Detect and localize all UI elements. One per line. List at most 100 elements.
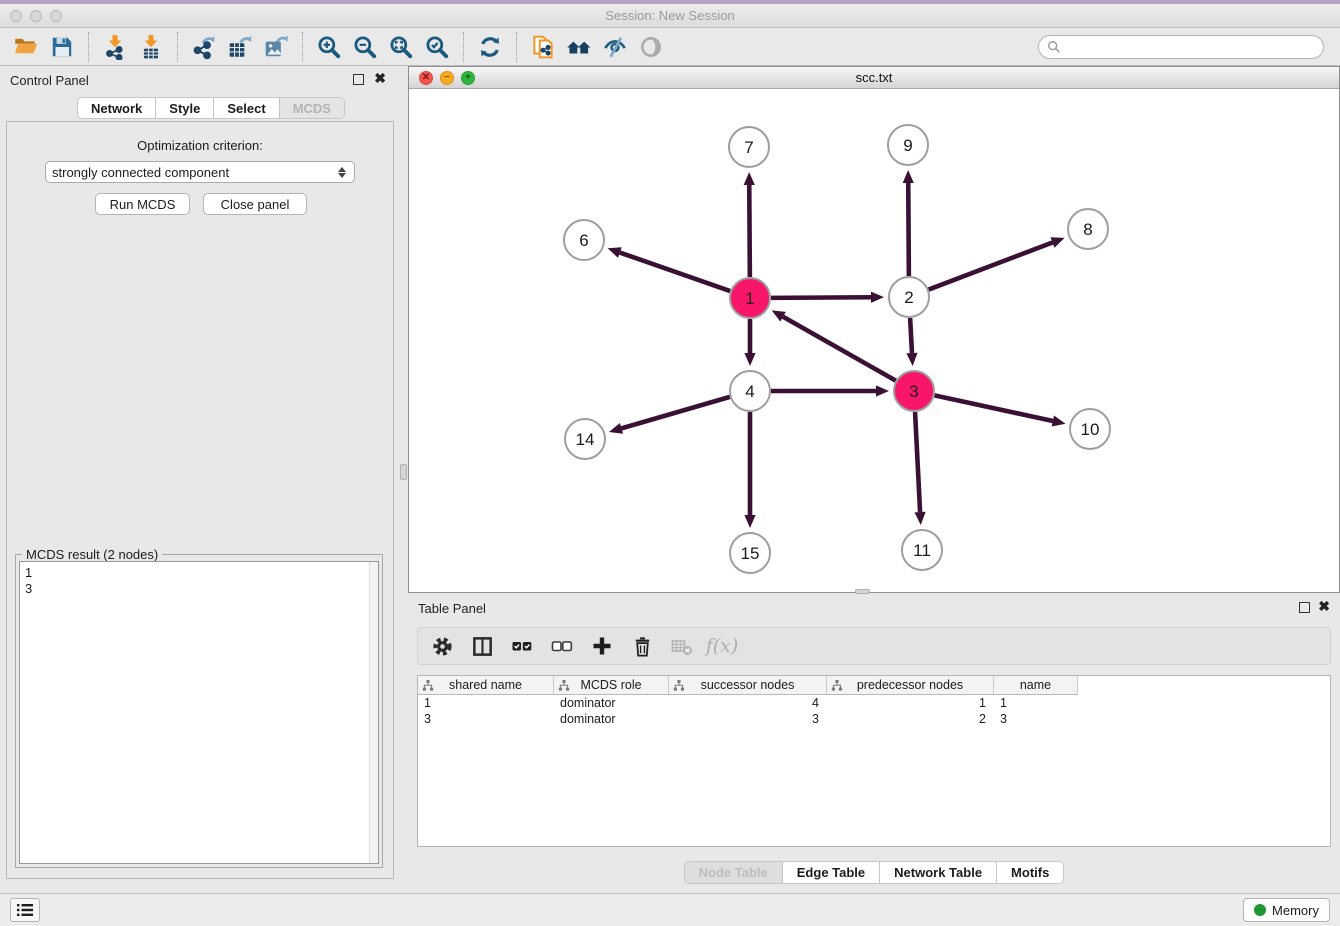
result-scrollbar[interactable] xyxy=(369,562,378,863)
graph-node-8[interactable]: 8 xyxy=(1068,209,1108,249)
select-all-button[interactable] xyxy=(510,633,534,659)
zoom-out-icon xyxy=(352,34,378,60)
zoom-out-button[interactable] xyxy=(347,31,383,63)
graph-edge-3-10[interactable] xyxy=(935,395,1066,426)
column-header-successor-nodes[interactable]: successor nodes xyxy=(669,676,827,695)
graph-node-11[interactable]: 11 xyxy=(902,530,942,570)
deselect-all-button[interactable] xyxy=(550,633,574,659)
search-input[interactable] xyxy=(1061,40,1315,55)
graph-edge-3-1[interactable] xyxy=(772,310,896,380)
graph-edge-1-6[interactable] xyxy=(608,247,731,291)
apply-layout-button[interactable] xyxy=(472,31,508,63)
run-mcds-button[interactable]: Run MCDS xyxy=(95,193,190,215)
network-view-titlebar[interactable]: ✕ − + scc.txt xyxy=(409,67,1339,89)
graph-edge-4-3[interactable] xyxy=(771,385,889,396)
graph-edge-1-4[interactable] xyxy=(744,319,755,366)
show-column-button[interactable] xyxy=(470,633,494,659)
open-session-button[interactable] xyxy=(8,31,44,63)
task-history-button[interactable] xyxy=(10,898,40,922)
table-cell[interactable]: dominator xyxy=(554,711,669,727)
window-title: Session: New Session xyxy=(0,8,1340,23)
function-builder-button[interactable]: f(x) xyxy=(710,633,734,659)
graph-node-4[interactable]: 4 xyxy=(730,371,770,411)
graph-edge-4-14[interactable] xyxy=(609,397,730,434)
graph-node-15[interactable]: 15 xyxy=(730,533,770,573)
graph-edge-3-11[interactable] xyxy=(914,412,925,525)
add-row-button[interactable] xyxy=(590,633,614,659)
table-cell[interactable]: 4 xyxy=(669,695,827,711)
memory-status-icon xyxy=(1254,904,1266,916)
duplicate-network-button[interactable] xyxy=(525,31,561,63)
graph-edge-1-2[interactable] xyxy=(771,292,884,303)
export-table-button[interactable] xyxy=(222,31,258,63)
tab-mcds[interactable]: MCDS xyxy=(280,98,344,118)
tab-edge-table[interactable]: Edge Table xyxy=(783,862,880,883)
graph-node-2[interactable]: 2 xyxy=(889,277,929,317)
column-header-shared-name[interactable]: shared name xyxy=(418,676,554,695)
tab-network-table[interactable]: Network Table xyxy=(880,862,997,883)
graph-node-9[interactable]: 9 xyxy=(888,125,928,165)
mcds-result-list[interactable]: 1 3 xyxy=(19,561,379,864)
memory-button[interactable]: Memory xyxy=(1243,898,1330,922)
close-panel-icon[interactable]: ✖ xyxy=(374,71,386,85)
column-header-predecessor-nodes[interactable]: predecessor nodes xyxy=(827,676,994,695)
graph-edge-2-3[interactable] xyxy=(906,318,917,366)
import-network-icon xyxy=(102,34,128,60)
close-panel-button[interactable]: Close panel xyxy=(203,193,307,215)
close-panel-icon[interactable]: ✖ xyxy=(1318,599,1330,613)
table-cell[interactable]: 1 xyxy=(827,695,994,711)
tab-node-table[interactable]: Node Table xyxy=(685,862,783,883)
import-network-button[interactable] xyxy=(97,31,133,63)
show-graphics-button[interactable] xyxy=(633,31,669,63)
table-cell[interactable]: dominator xyxy=(554,695,669,711)
column-header-name[interactable]: name xyxy=(994,676,1078,695)
graph-node-3[interactable]: 3 xyxy=(894,371,934,411)
mcds-result-item: 3 xyxy=(25,581,378,597)
zoom-selected-button[interactable] xyxy=(419,31,455,63)
horizontal-splitter-handle[interactable] xyxy=(855,589,870,594)
graph-edge-1-7[interactable] xyxy=(744,172,755,277)
graph-node-7[interactable]: 7 xyxy=(729,127,769,167)
network-canvas[interactable]: 7 9 6 8 1 2 4 3 14 10 15 11 xyxy=(409,89,1339,592)
column-header-MCDS-role[interactable]: MCDS role xyxy=(554,676,669,695)
toolbar-separator xyxy=(177,32,178,62)
tab-select[interactable]: Select xyxy=(214,98,279,118)
tab-style[interactable]: Style xyxy=(156,98,214,118)
table-cell[interactable]: 3 xyxy=(669,711,827,727)
table-row[interactable]: 1dominator411 xyxy=(418,695,1330,711)
tab-motifs[interactable]: Motifs xyxy=(997,862,1063,883)
criterion-select[interactable]: strongly connected component xyxy=(45,161,355,183)
float-panel-icon[interactable] xyxy=(1299,602,1310,613)
export-network-button[interactable] xyxy=(186,31,222,63)
graph-edge-2-9[interactable] xyxy=(903,170,914,276)
table-row[interactable]: 3dominator323 xyxy=(418,711,1330,727)
table-cell[interactable]: 3 xyxy=(994,711,1078,727)
save-session-button[interactable] xyxy=(44,31,80,63)
table-cell[interactable]: 1 xyxy=(418,695,554,711)
network-view-window: ✕ − + scc.txt 7 9 6 8 1 2 4 3 14 10 15 11 xyxy=(408,66,1340,593)
zoom-fit-button[interactable] xyxy=(383,31,419,63)
network-overview-button[interactable] xyxy=(561,31,597,63)
float-panel-icon[interactable] xyxy=(353,74,364,85)
graph-node-1[interactable]: 1 xyxy=(730,278,770,318)
delete-row-button[interactable] xyxy=(630,633,654,659)
import-table-button[interactable] xyxy=(133,31,169,63)
tab-network[interactable]: Network xyxy=(78,98,156,118)
export-image-button[interactable] xyxy=(258,31,294,63)
table-cell[interactable]: 2 xyxy=(827,711,994,727)
delete-table-button[interactable] xyxy=(670,633,694,659)
graph-edge-4-15[interactable] xyxy=(744,412,755,528)
graph-edge-2-8[interactable] xyxy=(929,237,1065,289)
save-icon xyxy=(49,34,75,60)
zoom-in-button[interactable] xyxy=(311,31,347,63)
plus-icon xyxy=(590,634,614,658)
table-cell[interactable]: 3 xyxy=(418,711,554,727)
table-settings-button[interactable] xyxy=(430,633,454,659)
search-field[interactable] xyxy=(1038,35,1324,59)
table-cell[interactable]: 1 xyxy=(994,695,1078,711)
graph-node-6[interactable]: 6 xyxy=(564,220,604,260)
hide-graphics-button[interactable] xyxy=(597,31,633,63)
graph-node-10[interactable]: 10 xyxy=(1070,409,1110,449)
graph-node-14[interactable]: 14 xyxy=(565,419,605,459)
vertical-splitter-handle[interactable] xyxy=(400,464,407,480)
